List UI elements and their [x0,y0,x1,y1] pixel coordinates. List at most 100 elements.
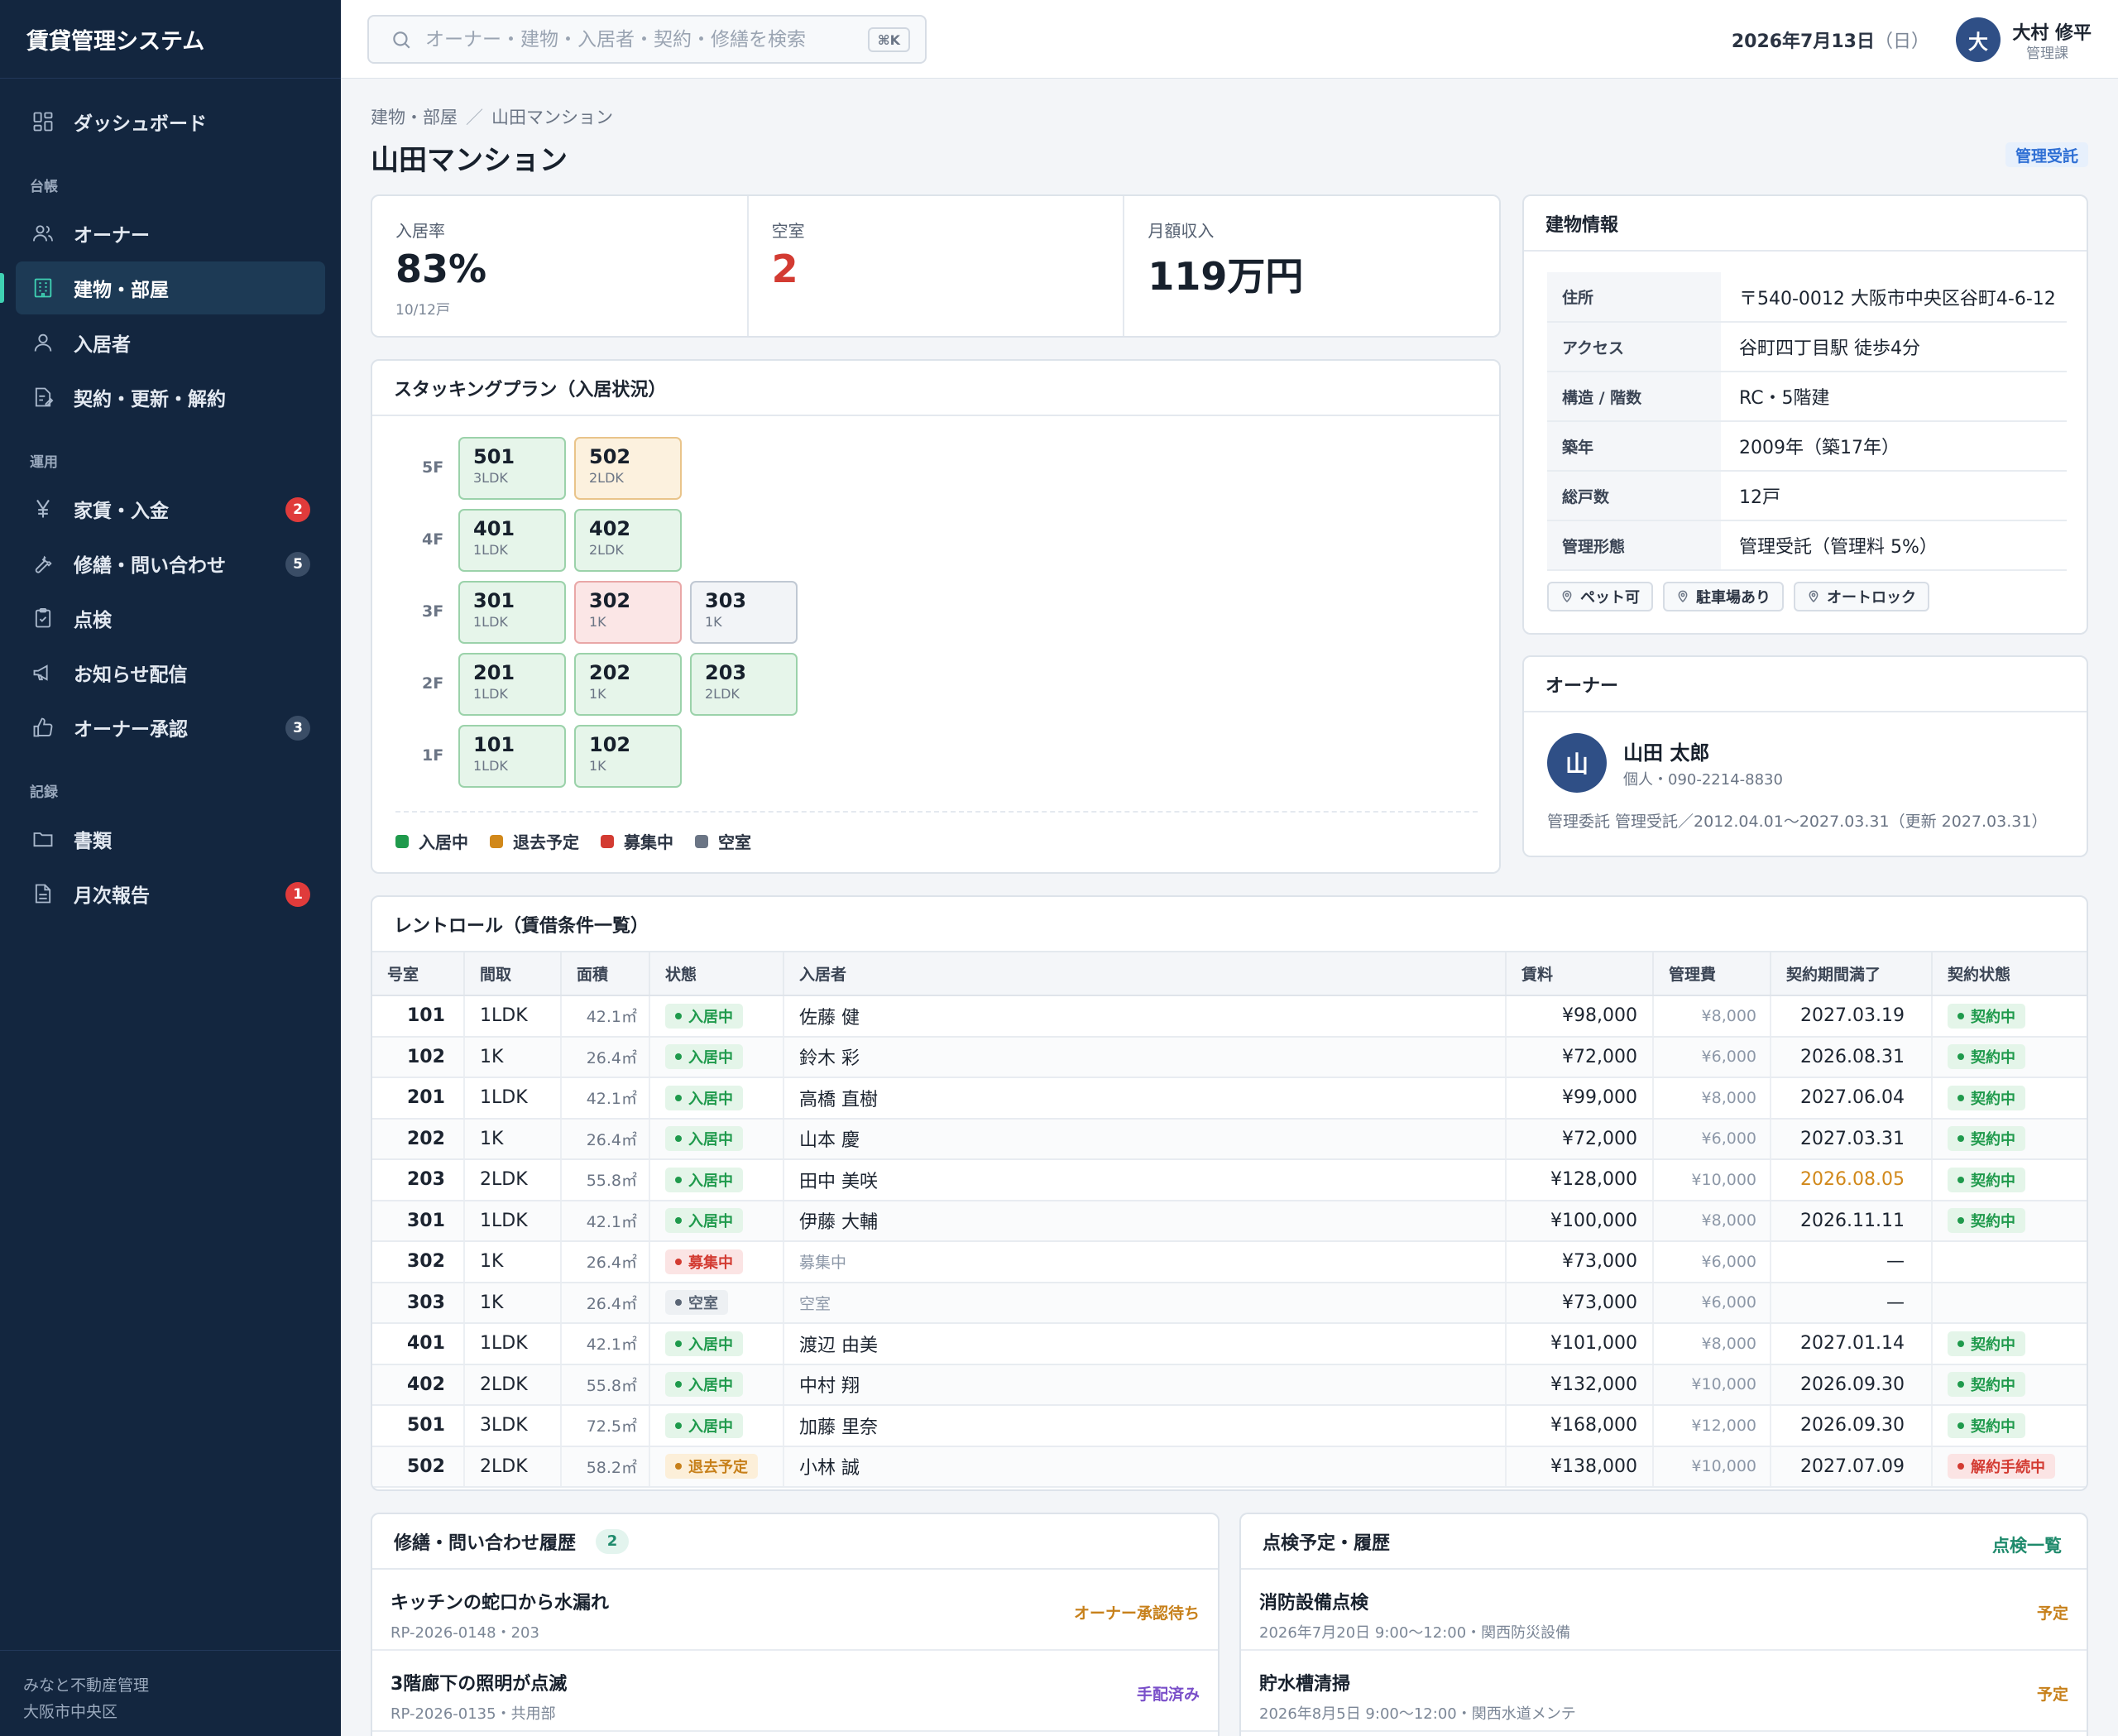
owner-name[interactable]: 山田 太郎 [1623,736,1709,765]
company-area: 大阪市中央区 [23,1703,118,1721]
sidebar-item-owners[interactable]: オーナー [16,207,325,260]
info-value: 谷町四丁目駅 徒歩4分 [1721,322,2067,372]
search-input[interactable] [425,28,855,50]
unit-502[interactable]: 502 2LDK [574,437,682,500]
inspection-list-link[interactable]: 点検一覧 [1992,1532,2062,1557]
sidebar-item-label: 点検 [74,610,112,631]
sidebar-item-tenants[interactable]: 入居者 [16,316,325,369]
sidebar-item-monthly[interactable]: 月次報告 1 [16,867,325,920]
column-header[interactable]: 面積 [561,952,650,996]
column-header[interactable]: 賃料 [1506,952,1654,996]
table-row[interactable]: 102 1K 26.4㎡ 入居中 鈴木 彩 ¥72,000 ¥6,000 2026.08.31… [372,1036,2087,1078]
unit-501[interactable]: 501 3LDK [458,437,566,500]
breadcrumb: 建物・部屋 ／ 山田マンション [371,104,613,129]
unit-301[interactable]: 301 1LDK [458,581,566,644]
table-row[interactable]: 502 2LDK 58.2㎡ 退去予定 小林 誠 ¥138,000 ¥10,000 2027.… [372,1446,2087,1488]
list-item[interactable]: 貯水槽清掃 2026年8月5日 9:00〜12:00・関西水道メンテ 予定 [1241,1651,2087,1732]
item-title: 貯水槽清掃 [1259,1674,1351,1695]
contract-badge: 契約中 [1948,1208,2025,1234]
column-header[interactable]: 入居者 [783,952,1507,996]
management-tag: 管理受託 [2005,142,2088,167]
unit-401[interactable]: 401 1LDK [458,509,566,572]
unit-102[interactable]: 102 1K [574,725,682,788]
cell-contract: 契約中 [1932,1405,2087,1447]
list-item[interactable]: キッチンの蛇口から水漏れ RP-2026-0148・203 オーナー承認待ち [372,1570,1218,1651]
table-row[interactable]: 302 1K 26.4㎡ 募集中 募集中 ¥73,000 ¥6,000— [372,1241,2087,1283]
cell-layout: 2LDK [464,1446,562,1488]
table-row[interactable]: 101 1LDK 42.1㎡ 入居中 佐藤 健 ¥98,000 ¥8,000 2027.03.… [372,995,2087,1038]
cell-contract: 契約中 [1932,1159,2087,1201]
sidebar-item-dashboard[interactable]: ダッシュボード [16,95,325,148]
status-badge: 入居中 [665,1126,743,1152]
cell-fee: ¥12,000 [1653,1405,1771,1447]
sidebar-item-notice[interactable]: お知らせ配信 [16,646,325,699]
sidebar-item-label: 建物・部屋 [74,280,169,301]
sidebar-item-contracts[interactable]: 契約・更新・解約 [16,371,325,424]
list-item[interactable]: 3階廊下の照明が点滅 RP-2026-0135・共用部 手配済み [372,1651,1218,1732]
sidebar-item-docs[interactable]: 書類 [16,813,325,866]
unit-402[interactable]: 402 2LDK [574,509,682,572]
column-header[interactable]: 号室 [372,952,465,996]
sidebar-item-rent[interactable]: 家賃・入金 2 [16,482,325,535]
search-box[interactable]: ⌘K [367,15,927,64]
unit-layout: 3LDK [473,470,508,486]
column-header[interactable]: 契約期間満了 [1771,952,1933,996]
cell-rent: ¥72,000 [1506,1036,1654,1078]
unit-203[interactable]: 203 2LDK [690,653,798,716]
thumbs-up-icon [31,715,55,740]
cell-area: 26.4㎡ [561,1282,650,1324]
cell-status: 入居中 [649,1364,784,1406]
cell-room: 203 [372,1159,465,1201]
sidebar-footer: みなと不動産管理 大阪市中央区 [0,1650,341,1736]
info-key: 構造 / 階数 [1547,372,1721,422]
cell-status: 入居中 [649,1118,784,1160]
sidebar-item-inspection[interactable]: 点検 [16,592,325,645]
column-header[interactable]: 間取 [464,952,562,996]
unit-layout: 1LDK [473,542,508,558]
legend-swatch [490,834,503,848]
sidebar-item-buildings[interactable]: 建物・部屋 [0,261,325,314]
unit-101[interactable]: 101 1LDK [458,725,566,788]
sidebar-nav: ダッシュボード 台帳 オーナー 建物・部屋 入居者 契約・更新・解約 運用 家賃… [0,79,341,920]
cell-end-date: — [1771,1241,1933,1283]
unit-201[interactable]: 201 1LDK [458,653,566,716]
unit-303[interactable]: 303 1K [690,581,798,644]
breadcrumb-parent[interactable]: 建物・部屋 [371,108,458,127]
table-row[interactable]: 402 2LDK 55.8㎡ 入居中 中村 翔 ¥132,000 ¥10,000 2026.0… [372,1364,2087,1406]
table-row[interactable]: 501 3LDK 72.5㎡ 入居中 加藤 里奈 ¥168,000 ¥12,000 2026.… [372,1405,2087,1447]
legend-item: 空室 [695,829,751,853]
cell-contract: 契約中 [1932,1323,2087,1365]
unit-302[interactable]: 302 1K [574,581,682,644]
unit-202[interactable]: 202 1K [574,653,682,716]
cell-contract: 契約中 [1932,1364,2087,1406]
column-header[interactable]: 契約状態 [1932,952,2087,996]
unit-number: 303 [705,589,747,612]
search-shortcut: ⌘K [867,27,910,52]
column-header[interactable]: 状態 [649,952,784,996]
info-row: 築年 2009年（築17年） [1547,421,2067,472]
unit-number: 202 [589,661,631,684]
cell-rent: ¥73,000 [1506,1241,1654,1283]
sidebar-item-approval[interactable]: オーナー承認 3 [16,701,325,754]
cell-area: 26.4㎡ [561,1036,650,1078]
avatar[interactable]: 大 [1956,17,2001,62]
cell-contract: 契約中 [1932,1036,2087,1078]
table-row[interactable]: 203 2LDK 55.8㎡ 入居中 田中 美咲 ¥128,000 ¥10,000 2026.… [372,1159,2087,1201]
building-icon [31,276,55,300]
cell-contract: 契約中 [1932,1118,2087,1160]
table-row[interactable]: 301 1LDK 42.1㎡ 入居中 伊藤 大輔 ¥100,000 ¥8,000 2026.1… [372,1200,2087,1242]
cell-room: 102 [372,1036,465,1078]
table-row[interactable]: 202 1K 26.4㎡ 入居中 山本 慶 ¥72,000 ¥6,000 2027.03.31… [372,1118,2087,1160]
cell-layout: 1LDK [464,1200,562,1242]
cell-area: 55.8㎡ [561,1364,650,1406]
table-row[interactable]: 401 1LDK 42.1㎡ 入居中 渡辺 由美 ¥101,000 ¥8,000 2027.0… [372,1323,2087,1365]
table-row[interactable]: 201 1LDK 42.1㎡ 入居中 高橋 直樹 ¥99,000 ¥8,000 2027.06… [372,1077,2087,1120]
repairs-badge: 5 [285,552,310,577]
table-row[interactable]: 303 1K 26.4㎡ 空室 空室 ¥73,000 ¥6,000— [372,1282,2087,1324]
cell-status: 募集中 [649,1241,784,1283]
sidebar-item-repairs[interactable]: 修繕・問い合わせ 5 [16,537,325,590]
column-header[interactable]: 管理費 [1653,952,1771,996]
cell-area: 58.2㎡ [561,1446,650,1488]
cell-contract [1932,1241,2087,1283]
list-item[interactable]: 消防設備点検 2026年7月20日 9:00〜12:00・関西防災設備 予定 [1241,1570,2087,1651]
